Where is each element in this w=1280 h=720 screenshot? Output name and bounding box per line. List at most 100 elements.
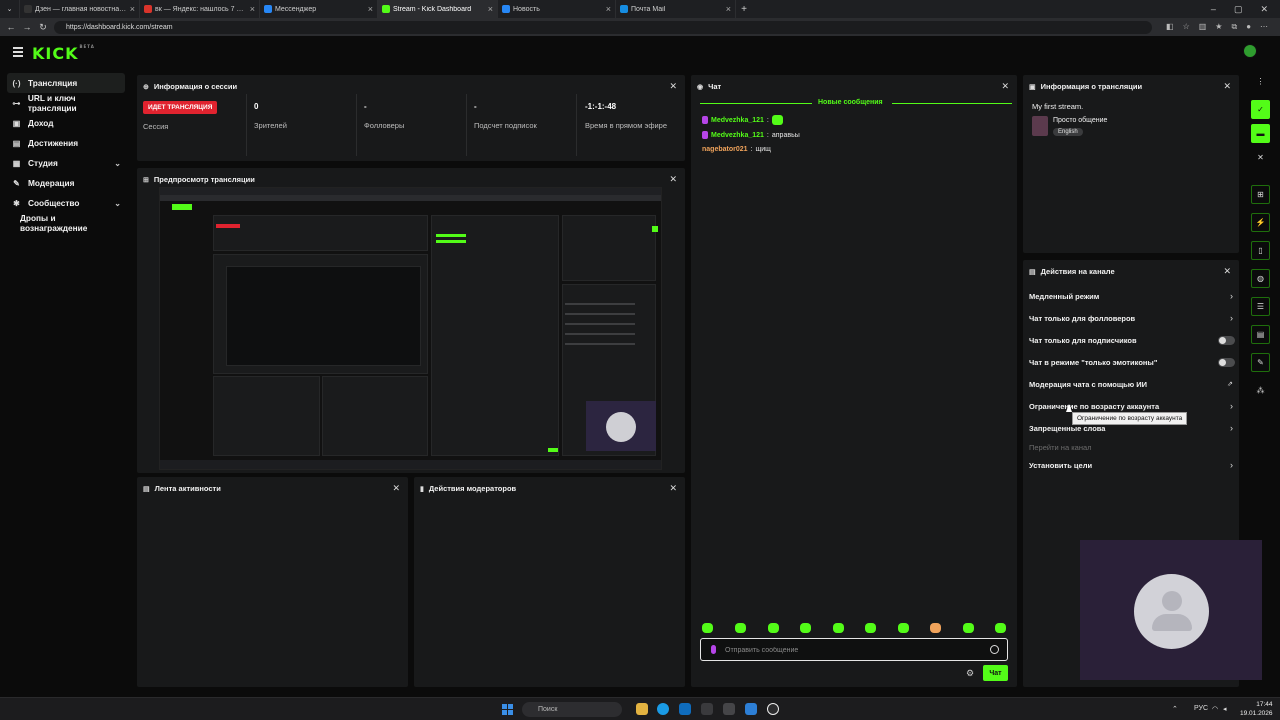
emotes-only-toggle[interactable] — [1218, 357, 1235, 367]
more-vertical-icon[interactable]: ⋮ — [1251, 72, 1270, 91]
sidebar-item-broadcast[interactable]: (·) Трансляция — [7, 73, 125, 93]
share-icon[interactable]: ⁂ — [1251, 381, 1270, 400]
close-icon[interactable]: × — [130, 4, 135, 14]
sidebar-item-stream-key[interactable]: ⊶ URL и ключ трансляции — [7, 93, 125, 113]
action-ai-moderation[interactable]: Модерация чата с помощью ИИ ⇗ — [1029, 377, 1235, 391]
browser-tab[interactable]: Мессенджер × — [260, 0, 378, 18]
close-icon[interactable]: ✕ — [669, 81, 677, 92]
close-icon[interactable]: ✕ — [1223, 81, 1231, 92]
extensions-icon[interactable]: ◧ — [1166, 22, 1174, 32]
edge-icon[interactable] — [657, 703, 669, 715]
stream-category[interactable]: Просто общение — [1053, 117, 1107, 124]
sidebar-item-studio[interactable]: ▦ Студия ⌄ — [7, 153, 125, 173]
lightning-icon[interactable]: ⚡ — [1251, 213, 1270, 232]
action-go-to-channel[interactable]: Перейти на канал — [1029, 440, 1235, 454]
sidebar-item-achievements[interactable]: ▤ Достижения — [7, 133, 125, 153]
action-subscribers-only[interactable]: Чат только для подписчиков — [1029, 333, 1235, 347]
close-icon[interactable]: ✕ — [1251, 148, 1270, 167]
close-icon[interactable]: × — [606, 4, 611, 14]
back-icon[interactable]: ← — [6, 22, 16, 32]
session-widget-icon[interactable]: ▤ — [1251, 325, 1270, 344]
browser-tab[interactable]: вк — Яндекс: нашлось 7 млн ре× — [140, 0, 260, 18]
windows-start-icon[interactable] — [502, 704, 513, 715]
mobile-icon[interactable]: ▯ — [1251, 241, 1270, 260]
store-icon[interactable] — [701, 703, 713, 715]
chat-input-box[interactable] — [700, 638, 1008, 661]
photos-icon[interactable] — [745, 703, 757, 715]
close-icon[interactable]: ✕ — [669, 174, 677, 185]
chat-widget-icon[interactable]: ◍ — [1251, 269, 1270, 288]
list-widget-icon[interactable]: ☰ — [1251, 297, 1270, 316]
kick-logo[interactable]: KICKBETA — [32, 44, 95, 63]
browser-tab[interactable]: Дзен — главная новостная инф× — [20, 0, 140, 18]
preview-widget-icon[interactable]: ⊞ — [1251, 185, 1270, 204]
emote-icon[interactable] — [963, 623, 974, 633]
layout-icon[interactable]: ▬ — [1251, 124, 1270, 143]
taskbar-search[interactable]: Поиск — [522, 702, 622, 717]
gear-icon[interactable]: ⚙ — [966, 668, 974, 679]
send-chat-button[interactable]: Чат — [983, 665, 1008, 681]
minimize-icon[interactable]: – — [1211, 4, 1216, 15]
favorite-icon[interactable]: ☆ — [1183, 22, 1190, 32]
language-indicator[interactable]: РУС — [1194, 705, 1208, 712]
check-icon[interactable]: ✓ — [1251, 100, 1270, 119]
action-slow-mode[interactable]: Медленный режим › — [1029, 289, 1235, 303]
action-followers-only[interactable]: Чат только для фолловеров › — [1029, 311, 1235, 325]
subscribers-only-toggle[interactable] — [1218, 335, 1235, 345]
emote-icon[interactable] — [735, 623, 746, 633]
close-window-icon[interactable]: ✕ — [1260, 4, 1268, 15]
close-icon[interactable]: × — [250, 4, 255, 14]
emote-icon[interactable] — [930, 623, 941, 633]
emote-icon[interactable] — [768, 623, 779, 633]
emoji-icon[interactable] — [990, 645, 999, 654]
chat-message[interactable]: Medvezhka_121: — [702, 115, 783, 125]
action-set-goals[interactable]: Установить цели › — [1029, 458, 1235, 472]
split-icon[interactable]: ▥ — [1199, 22, 1207, 32]
chat-message[interactable]: nagebator021: щищ — [702, 146, 771, 153]
close-icon[interactable]: × — [726, 4, 731, 14]
reload-icon[interactable]: ↻ — [38, 22, 48, 33]
chat-input[interactable] — [725, 643, 975, 657]
emote-icon[interactable] — [702, 623, 713, 633]
browser-tab[interactable]: Почта Mail × — [616, 0, 736, 18]
close-icon[interactable]: × — [368, 4, 373, 14]
sidebar-item-moderation[interactable]: ✎ Модерация — [7, 173, 125, 193]
close-icon[interactable]: × — [488, 4, 493, 14]
action-emotes-only[interactable]: Чат в режиме "только эмотиконы" — [1029, 355, 1235, 369]
close-icon[interactable]: ✕ — [392, 483, 400, 494]
more-icon[interactable]: ⋯ — [1260, 22, 1268, 32]
profile-icon[interactable]: ● — [1246, 22, 1251, 32]
browser-tab[interactable]: Новость × — [498, 0, 616, 18]
emote-icon[interactable] — [833, 623, 844, 633]
new-tab-button[interactable]: + — [736, 0, 752, 18]
close-icon[interactable]: ✕ — [669, 483, 677, 494]
menu-icon[interactable] — [13, 47, 23, 59]
close-icon[interactable]: ✕ — [1001, 81, 1009, 92]
emote-icon[interactable] — [865, 623, 876, 633]
favorites-bar-icon[interactable]: ★ — [1215, 22, 1222, 32]
action-account-age[interactable]: Ограничение по возрасту аккаунта › — [1029, 399, 1235, 413]
user-avatar[interactable] — [1243, 44, 1257, 58]
collections-icon[interactable]: ⧉ — [1231, 22, 1237, 32]
wrench-icon[interactable]: ✎ — [1251, 353, 1270, 372]
chat-username[interactable]: Medvezhka_121 — [711, 132, 764, 139]
close-icon[interactable]: ✕ — [1223, 266, 1231, 277]
wifi-icon[interactable]: ◠ — [1212, 705, 1218, 713]
outlook-icon[interactable] — [679, 703, 691, 715]
emote-icon[interactable] — [995, 623, 1006, 633]
chat-username[interactable]: Medvezhka_121 — [711, 117, 764, 124]
chat-message[interactable]: Medvezhka_121: аправьы — [702, 131, 800, 139]
browser-tab-active[interactable]: Stream - Kick Dashboard × — [378, 0, 498, 18]
maximize-icon[interactable]: ▢ — [1234, 4, 1243, 15]
app-icon[interactable] — [723, 703, 735, 715]
explorer-icon[interactable] — [636, 703, 648, 715]
tray-chevron-icon[interactable]: ⌃ — [1172, 705, 1178, 713]
obs-icon[interactable] — [767, 703, 779, 715]
sidebar-item-community[interactable]: ✱ Сообщество ⌄ — [7, 193, 125, 213]
emote-icon[interactable] — [800, 623, 811, 633]
sidebar-item-revenue[interactable]: ▣ Доход — [7, 113, 125, 133]
chat-username[interactable]: nagebator021 — [702, 146, 748, 153]
emote-icon[interactable] — [898, 623, 909, 633]
forward-icon[interactable]: → — [22, 22, 32, 32]
tab-actions-button[interactable]: ⌄ — [0, 0, 20, 18]
